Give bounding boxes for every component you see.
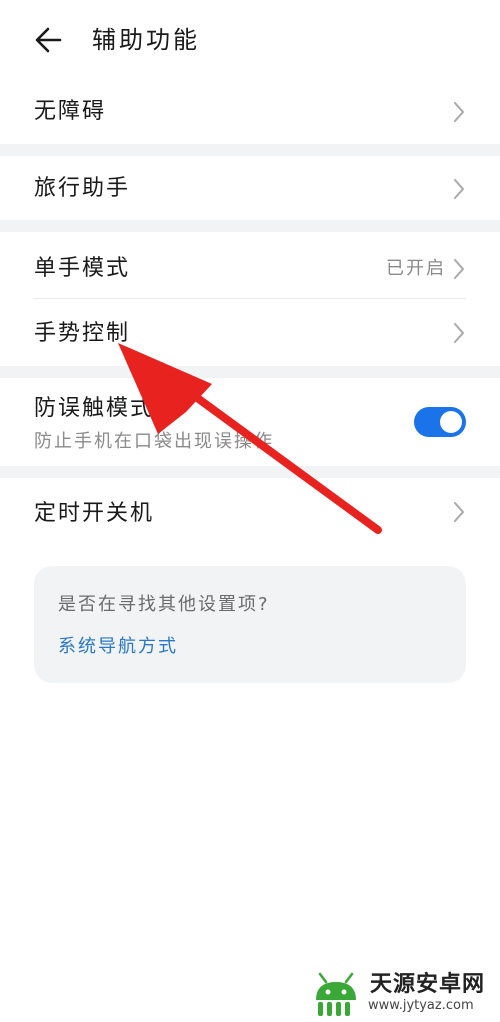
item-status-value: 已开启 xyxy=(386,258,446,279)
toggle-knob xyxy=(440,411,462,433)
settings-item-one-handed-mode[interactable]: 单手模式 已开启 xyxy=(0,232,500,298)
watermark-url: www.jytyaz.com xyxy=(368,998,474,1013)
item-label: 防误触模式 xyxy=(34,396,155,421)
suggestion-question: 是否在寻找其他设置项? xyxy=(58,594,270,615)
item-subtitle: 防止手机在口袋出现误操作 xyxy=(34,431,274,452)
item-label: 定时开关机 xyxy=(34,501,155,526)
settings-item-travel-assistant[interactable]: 旅行助手 xyxy=(0,156,500,220)
item-label: 手势控制 xyxy=(34,321,131,346)
chevron-right-icon xyxy=(454,323,464,343)
section-divider xyxy=(0,220,500,232)
section-divider xyxy=(0,466,500,478)
chevron-right-icon xyxy=(454,102,464,122)
chevron-right-icon xyxy=(454,259,464,279)
chevron-right-icon xyxy=(454,179,464,199)
watermark: 天源安卓网 www.jytyaz.com xyxy=(308,966,498,1018)
arrow-left-icon xyxy=(35,27,62,53)
system-navigation-link[interactable]: 系统导航方式 xyxy=(58,634,178,660)
suggestion-card: 是否在寻找其他设置项? 系统导航方式 xyxy=(34,566,466,683)
back-button[interactable] xyxy=(30,20,70,60)
item-label: 单手模式 xyxy=(34,256,131,281)
settings-item-accessibility[interactable]: 无障碍 xyxy=(0,80,500,144)
settings-item-pocket-mode: 防误触模式 防止手机在口袋出现误操作 xyxy=(0,378,500,466)
chevron-right-icon xyxy=(454,502,464,522)
pocket-mode-toggle[interactable] xyxy=(414,407,466,437)
accessibility-settings-page: 辅助功能 无障碍 旅行助手 单手模式 已开启 手势控制 防误触模式 防止手机在口… xyxy=(0,0,500,1022)
android-logo-icon xyxy=(316,972,356,1016)
header: 辅助功能 xyxy=(0,0,500,80)
item-label: 无障碍 xyxy=(34,99,107,124)
item-label: 旅行助手 xyxy=(34,176,131,201)
settings-item-gesture-control[interactable]: 手势控制 xyxy=(0,299,500,366)
settings-item-scheduled-power[interactable]: 定时开关机 xyxy=(0,478,500,548)
watermark-name: 天源安卓网 xyxy=(370,972,486,997)
section-divider xyxy=(0,144,500,156)
page-title: 辅助功能 xyxy=(92,26,200,54)
section-divider xyxy=(0,366,500,378)
